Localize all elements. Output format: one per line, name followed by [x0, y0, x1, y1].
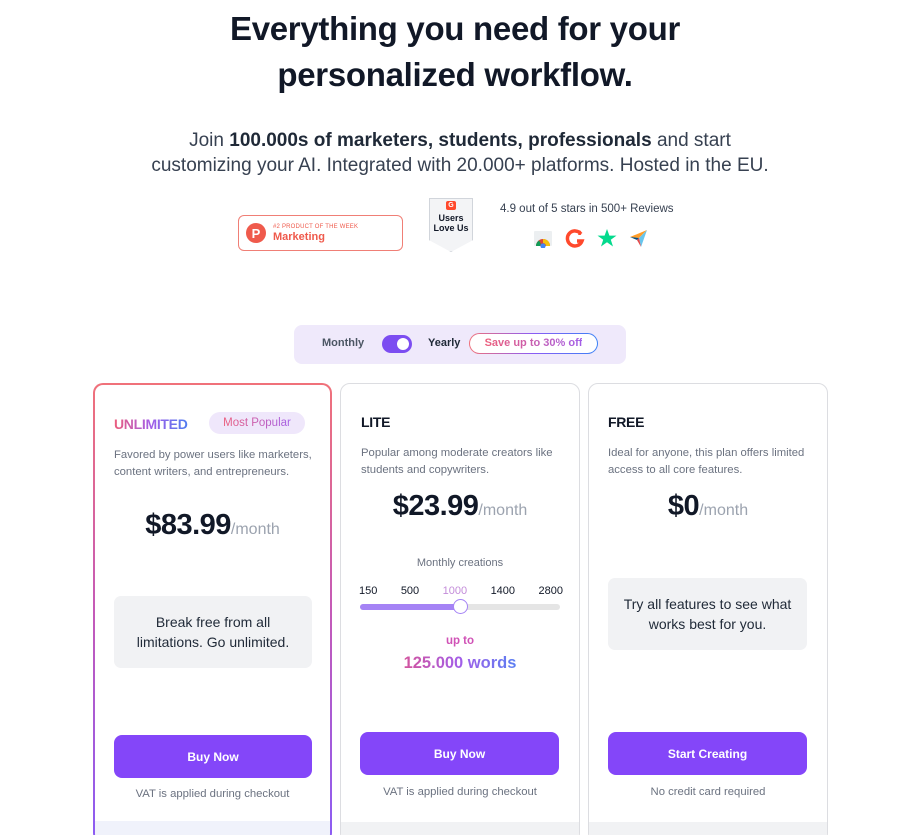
slider-label: Monthly creations — [416, 557, 504, 569]
g2-badge-line-2: Love Us — [433, 223, 469, 233]
product-hunt-icon: P — [246, 223, 266, 243]
g2-users-love-us-badge[interactable]: G Users Love Us — [429, 198, 473, 252]
reviews-summary: 4.9 out of 5 stars in 500+ Reviews — [500, 203, 674, 215]
product-hunt-rank: #2 PRODUCT OF THE WEEK — [273, 223, 359, 230]
capterra-icon[interactable] — [629, 228, 649, 248]
chrome-web-store-icon[interactable] — [533, 228, 553, 248]
billing-toggle: Monthly Yearly Save up to 30% off — [294, 325, 626, 364]
price-amount: $83.99 — [145, 509, 231, 541]
vat-note: VAT is applied during checkout — [383, 786, 537, 798]
slider-tick-500[interactable]: 500 — [401, 585, 419, 597]
monthly-option[interactable]: Monthly — [322, 337, 364, 349]
plan-name: FREE — [608, 414, 645, 430]
page-title-line-2: personalized workflow. — [277, 56, 633, 93]
plan-name: LITE — [361, 414, 391, 430]
page-title: Everything you need for your personalize… — [0, 6, 910, 98]
monthly-creations-slider[interactable] — [360, 599, 560, 614]
hero-subtitle: Join 100.000s of marketers, students, pr… — [0, 128, 910, 178]
trustpilot-star-icon[interactable] — [597, 228, 617, 248]
plan-note: Break free from all limitations. Go unli… — [114, 596, 312, 668]
save-discount-badge: Save up to 30% off — [469, 333, 598, 354]
slider-tick-labels: 150 500 1000 1400 2800 — [359, 585, 563, 597]
slider-tick-150[interactable]: 150 — [359, 585, 377, 597]
vat-note: VAT is applied during checkout — [135, 788, 290, 800]
card-footer — [95, 821, 330, 835]
plan-price: $0/month — [589, 490, 827, 523]
billing-period-switch[interactable] — [382, 335, 412, 353]
plan-note: Try all features to see what works best … — [608, 578, 807, 650]
review-platforms: 2 — [533, 228, 649, 248]
product-hunt-badge[interactable]: P #2 PRODUCT OF THE WEEK Marketing — [238, 215, 403, 251]
plan-name: UNLIMITED — [114, 416, 188, 432]
save-discount-text: Save up to 30% off — [484, 337, 583, 349]
slider-fill — [360, 604, 460, 610]
word-count-text: 125.000 words — [403, 654, 517, 672]
up-to-label: up to — [445, 635, 475, 647]
price-amount: $23.99 — [392, 490, 479, 522]
subtitle-line-2: customizing your AI. Integrated with 20.… — [151, 155, 769, 176]
start-creating-button[interactable]: Start Creating — [608, 732, 807, 775]
g2-logo-icon: G — [446, 201, 456, 210]
g2-icon[interactable]: 2 — [565, 228, 585, 248]
most-popular-badge: Most Popular — [209, 412, 305, 434]
card-footer — [341, 822, 579, 835]
price-period: /month — [699, 502, 749, 519]
price-period: /month — [478, 502, 528, 519]
price-period: /month — [230, 521, 280, 538]
yearly-option[interactable]: Yearly — [428, 337, 460, 349]
plan-card-unlimited: UNLIMITED Most Popular Favored by power … — [93, 383, 332, 835]
product-hunt-category: Marketing — [273, 230, 325, 243]
switch-knob — [397, 338, 409, 350]
g2-badge-line-1: Users — [438, 213, 464, 223]
plan-price: $83.99/month — [95, 509, 330, 542]
buy-now-button[interactable]: Buy Now — [114, 735, 312, 778]
subtitle-bold: 100.000s of marketers, students, profess… — [229, 130, 652, 151]
slider-tick-1000[interactable]: 1000 — [443, 585, 467, 597]
plan-description: Ideal for anyone, this plan offers limit… — [608, 447, 805, 476]
plan-price: $23.99/month — [341, 490, 579, 523]
plan-description: Popular among moderate creators like stu… — [361, 447, 553, 476]
no-credit-card-note: No credit card required — [650, 786, 766, 798]
slider-handle[interactable] — [453, 599, 468, 614]
plan-card-lite: LITE Popular among moderate creators lik… — [340, 383, 580, 835]
card-footer — [589, 822, 827, 835]
subtitle-prefix: Join — [189, 130, 230, 151]
word-count: 125.000 words — [341, 654, 579, 673]
plan-card-free: FREE Ideal for anyone, this plan offers … — [588, 383, 828, 835]
page-title-line-1: Everything you need for your — [229, 10, 680, 47]
price-amount: $0 — [667, 490, 700, 522]
slider-tick-2800[interactable]: 2800 — [539, 585, 563, 597]
subtitle-suffix: and start — [651, 130, 731, 151]
buy-now-button[interactable]: Buy Now — [360, 732, 559, 775]
plan-description: Favored by power users like marketers, c… — [114, 449, 312, 478]
slider-tick-1400[interactable]: 1400 — [491, 585, 515, 597]
most-popular-text: Most Popular — [223, 417, 291, 429]
g2-badge-text: Users Love Us — [429, 213, 473, 233]
